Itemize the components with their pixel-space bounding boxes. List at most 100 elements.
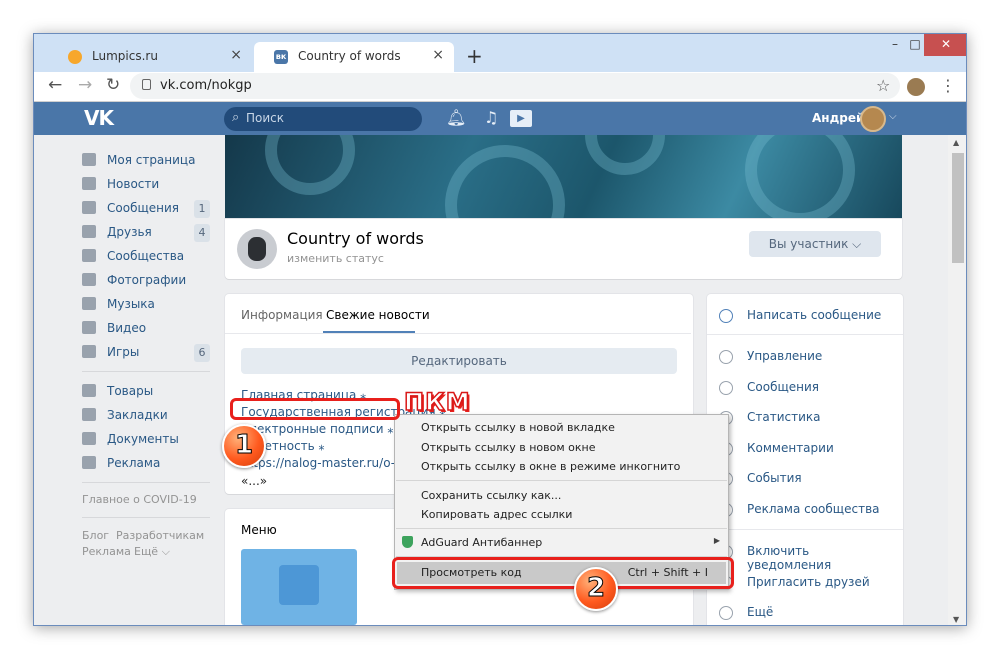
video-icon [82, 321, 96, 334]
tabs-divider [225, 333, 691, 334]
right-item-manage[interactable]: Управление [719, 347, 889, 371]
communities-icon [82, 249, 96, 262]
lock-icon [142, 79, 151, 90]
reload-icon[interactable]: ↻ [106, 75, 120, 95]
member-button[interactable]: Вы участник ⌵ [749, 231, 881, 257]
ctx-copy-link-address[interactable]: Копировать адрес ссылки [421, 508, 572, 521]
user-avatar[interactable] [860, 106, 886, 132]
tab-title: Country of words [298, 49, 401, 63]
tab-fresh-news[interactable]: Свежие новости [326, 308, 430, 322]
ctx-open-incognito[interactable]: Открыть ссылку в окне в режиме инкогнито [421, 460, 680, 473]
sidebar-divider [82, 482, 210, 483]
submenu-arrow-icon: ▶ [713, 536, 720, 545]
tab-information[interactable]: Информация [241, 308, 323, 322]
step-badge-1: 1 [222, 424, 266, 468]
lumpics-favicon-icon [68, 50, 82, 64]
search-placeholder: Поиск [246, 111, 285, 125]
messages-icon [82, 201, 96, 214]
ads-icon [82, 456, 96, 469]
group-avatar[interactable] [237, 229, 277, 269]
friends-icon [82, 225, 96, 238]
right-divider [707, 529, 903, 530]
annotation-pkm: ПКМ [403, 387, 471, 417]
group-status-link[interactable]: изменить статус [287, 252, 384, 265]
tab-country-of-words[interactable]: вк Country of words × [254, 42, 454, 72]
ctx-separator [396, 480, 727, 481]
goods-icon [82, 384, 96, 397]
footer-developers-link[interactable]: Разработчикам [116, 529, 204, 542]
scroll-down-icon[interactable]: ▼ [953, 615, 959, 624]
scroll-up-icon[interactable]: ▲ [953, 138, 959, 147]
sidebar-item-video[interactable]: Видео [82, 319, 212, 341]
chevron-down-icon[interactable]: ⌵ [889, 111, 897, 122]
edit-button[interactable]: Редактировать [241, 348, 677, 374]
right-item-messages[interactable]: Сообщения [719, 378, 889, 402]
tab-lumpics[interactable]: Lumpics.ru × [48, 42, 252, 72]
highlight-link-box [230, 398, 400, 420]
sidebar-item-friends[interactable]: Друзья 4 [82, 223, 212, 245]
games-icon [82, 345, 96, 358]
covid-link[interactable]: Главное о COVID-19 [82, 493, 197, 506]
back-arrow-icon[interactable]: ← [48, 75, 62, 95]
scrollbar-thumb[interactable] [952, 153, 964, 263]
messages-count-badge: 1 [194, 200, 210, 218]
wiki-ellipsis: «...» [241, 474, 268, 488]
bell-icon[interactable]: 🔔︎ [446, 108, 466, 127]
sidebar-item-my-page[interactable]: Моя страница [82, 151, 212, 173]
search-icon: ⌕ [232, 110, 240, 125]
page-scrollbar[interactable]: ▲ ▼ [948, 135, 966, 625]
right-item-invite-friends[interactable]: Пригласить друзей [719, 573, 889, 597]
vk-logo[interactable]: VK [84, 106, 114, 130]
sidebar-item-ads[interactable]: Реклама [82, 454, 212, 476]
bookmark-star-icon[interactable]: ☆ [876, 76, 890, 95]
home-icon [82, 153, 96, 166]
chat-icon [719, 381, 733, 395]
sidebar-item-music[interactable]: Музыка [82, 295, 212, 317]
right-item-more[interactable]: Ещё [719, 603, 889, 625]
right-item-events[interactable]: События [719, 469, 889, 493]
new-tab-button[interactable]: + [466, 44, 483, 68]
photos-icon [82, 273, 96, 286]
right-item-statistics[interactable]: Статистика [719, 408, 889, 432]
sidebar-item-communities[interactable]: Сообщества [82, 247, 212, 269]
menu-item-image[interactable] [241, 549, 357, 625]
right-item-community-ads[interactable]: Реклама сообщества [719, 500, 889, 524]
user-name[interactable]: Андрей [812, 111, 864, 125]
step-badge-2: 2 [574, 567, 618, 611]
group-header-card: Country of words изменить статус Вы учас… [225, 219, 902, 279]
video-play-icon[interactable]: ▶ [510, 110, 532, 127]
ctx-save-link-as[interactable]: Сохранить ссылку как... [421, 489, 561, 502]
ctx-open-new-tab[interactable]: Открыть ссылку в новой вкладке [421, 421, 615, 434]
browser-menu-icon[interactable]: ⋮ [940, 76, 956, 95]
right-item-comments[interactable]: Комментарии [719, 439, 889, 463]
music-icon [82, 297, 96, 310]
footer-more-link[interactable]: Ещё ⌵ [134, 545, 170, 559]
profile-avatar-icon[interactable] [907, 78, 925, 96]
write-message-button[interactable]: Написать сообщение [719, 306, 889, 330]
close-window-button[interactable]: ✕ [924, 34, 966, 56]
address-bar[interactable]: vk.com/nokgp [130, 73, 900, 99]
forward-arrow-icon[interactable]: → [78, 75, 92, 95]
sidebar-divider [82, 371, 210, 372]
more-dots-icon [719, 606, 733, 620]
sidebar-item-messages[interactable]: Сообщения 1 [82, 199, 212, 221]
right-item-enable-notifications[interactable]: Включить уведомления [719, 542, 889, 572]
footer-blog-link[interactable]: Блог [82, 529, 109, 542]
bookmarks-icon [82, 408, 96, 421]
close-tab-icon[interactable]: × [432, 47, 444, 63]
search-input[interactable]: ⌕ Поиск [224, 107, 422, 131]
sidebar-item-photos[interactable]: Фотографии [82, 271, 212, 293]
music-note-icon[interactable]: ♫ [484, 108, 498, 127]
news-icon [82, 177, 96, 190]
sidebar-item-news[interactable]: Новости [82, 175, 212, 197]
ctx-open-new-window[interactable]: Открыть ссылку в новом окне [421, 441, 595, 454]
ctx-separator [396, 528, 727, 529]
wiki-link-e-signatures[interactable]: Электронные подписи ⁎ [241, 422, 393, 436]
sidebar-item-goods[interactable]: Товары [82, 382, 212, 404]
footer-ads-link[interactable]: Реклама [82, 545, 131, 558]
close-tab-icon[interactable]: × [230, 47, 242, 63]
sidebar-item-bookmarks[interactable]: Закладки [82, 406, 212, 428]
sidebar-item-documents[interactable]: Документы [82, 430, 212, 452]
ctx-adguard[interactable]: AdGuard Антибаннер [421, 536, 542, 549]
sidebar-item-games[interactable]: Игры 6 [82, 343, 212, 365]
